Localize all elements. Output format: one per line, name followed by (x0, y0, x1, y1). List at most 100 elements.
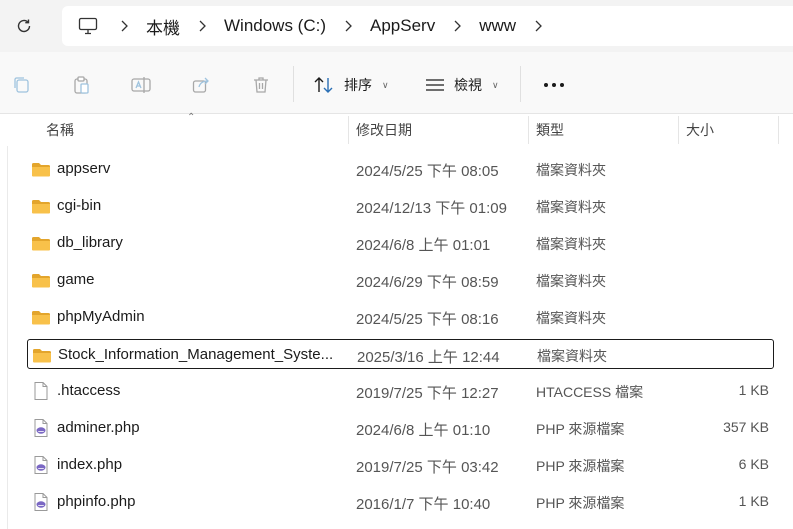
breadcrumb-drive[interactable]: Windows (C:) (220, 16, 330, 36)
more-dot-icon (552, 83, 556, 87)
file-type: HTACCESS 檔案 (536, 384, 644, 400)
folder-icon (31, 234, 51, 252)
column-header-size-label: 大小 (686, 122, 714, 138)
chevron-right-icon (121, 20, 128, 32)
column-header-modified[interactable]: 修改日期 (348, 114, 528, 146)
file-row[interactable]: appserv 2024/5/25 下午 08:05 檔案資料夾 (27, 154, 774, 184)
more-dot-icon (560, 83, 564, 87)
file-type: 檔案資料夾 (537, 348, 607, 364)
blank-file-icon (31, 381, 51, 400)
file-row[interactable]: game 2024/6/29 下午 08:59 檔案資料夾 (27, 265, 774, 295)
paste-button[interactable] (70, 74, 92, 96)
refresh-button[interactable] (10, 12, 38, 40)
file-type: 檔案資料夾 (536, 310, 606, 326)
file-type: 檔案資料夾 (536, 236, 606, 252)
file-name: Stock_Information_Management_Syste... (58, 346, 334, 363)
file-row[interactable]: adminer.php 2024/6/8 上午 01:10 PHP 來源檔案 357 … (27, 413, 774, 443)
sort-ascending-icon: ⌃ (187, 112, 196, 123)
file-type: 檔案資料夾 (536, 273, 606, 289)
rename-icon (131, 77, 151, 93)
column-header-size[interactable]: 大小 (678, 114, 778, 146)
file-name: phpinfo.php (57, 493, 136, 510)
file-row[interactable]: phpMyAdmin 2024/5/25 下午 08:16 檔案資料夾 (27, 302, 774, 332)
folder-icon (31, 160, 51, 178)
file-size: 6 KB (738, 456, 769, 472)
address-bar[interactable]: 本機 Windows (C:) AppServ www (62, 6, 793, 46)
chevron-down-icon: ∨ (382, 79, 389, 90)
file-modified-date: 2024/6/29 下午 08:59 (356, 274, 499, 291)
breadcrumb-chevron[interactable] (439, 6, 475, 46)
php-file-icon (31, 492, 51, 511)
file-name: game (57, 271, 95, 288)
breadcrumb-this-pc[interactable]: 本機 (142, 14, 184, 39)
column-header-type[interactable]: 類型 (528, 114, 678, 146)
toolbar-separator (293, 66, 294, 102)
file-modified-date: 2016/1/7 下午 10:40 (356, 496, 491, 513)
view-button[interactable]: 檢視 ∨ (424, 70, 499, 100)
file-modified-date: 2024/12/13 下午 01:09 (356, 200, 507, 217)
chevron-down-icon: ∨ (492, 79, 499, 90)
file-modified-date: 2019/7/25 下午 03:42 (356, 459, 499, 476)
refresh-icon (17, 19, 31, 33)
command-bar: 排序 ∨ 檢視 ∨ (0, 52, 793, 114)
column-header-modified-label: 修改日期 (356, 122, 412, 138)
chevron-right-icon (535, 20, 542, 32)
file-size: 357 KB (723, 419, 769, 435)
chevron-right-icon (199, 20, 206, 32)
file-name: .htaccess (57, 382, 121, 399)
this-pc-button[interactable] (70, 6, 106, 46)
file-size: 1 KB (738, 382, 769, 398)
breadcrumb-chevron[interactable] (330, 6, 366, 46)
file-row[interactable]: cgi-bin 2024/12/13 下午 01:09 檔案資料夾 (27, 191, 774, 221)
breadcrumb-chevron[interactable] (106, 6, 142, 46)
paste-icon (74, 76, 89, 94)
file-name: phpMyAdmin (57, 308, 145, 325)
chevron-right-icon (454, 20, 462, 32)
address-bar-area: 本機 Windows (C:) AppServ www (0, 0, 793, 52)
file-modified-date: 2024/6/8 上午 01:10 (356, 422, 491, 439)
folder-icon (31, 271, 51, 289)
sort-icon (314, 77, 333, 93)
file-type: 檔案資料夾 (536, 162, 606, 178)
chevron-right-icon (345, 20, 352, 32)
rename-button[interactable] (130, 74, 152, 96)
file-modified-date: 2024/6/8 上午 01:01 (356, 237, 491, 254)
navigation-pane-edge (0, 114, 8, 529)
file-name: cgi-bin (57, 197, 102, 214)
copy-icon (14, 77, 29, 93)
trash-icon (254, 77, 268, 93)
file-type: PHP 來源檔案 (536, 495, 625, 511)
file-name: adminer.php (57, 419, 140, 436)
file-name: db_library (57, 234, 123, 251)
monitor-icon (78, 17, 98, 35)
file-row[interactable]: Stock_Information_Management_Syste... 202… (27, 339, 774, 369)
file-type: PHP 來源檔案 (536, 421, 625, 437)
view-label: 檢視 (454, 77, 482, 93)
breadcrumb-chevron[interactable] (520, 6, 556, 46)
file-modified-date: 2019/7/25 下午 12:27 (356, 385, 499, 402)
breadcrumb-chevron[interactable] (184, 6, 220, 46)
file-modified-date: 2025/3/16 上午 12:44 (357, 349, 500, 366)
column-header-name-label: 名稱 (46, 122, 74, 138)
file-row[interactable]: phpinfo.php 2016/1/7 下午 10:40 PHP 來源檔案 1 KB (27, 487, 774, 517)
more-dot-icon (544, 83, 548, 87)
file-row[interactable]: db_library 2024/6/8 上午 01:01 檔案資料夾 (27, 228, 774, 258)
share-button[interactable] (190, 74, 212, 96)
delete-button[interactable] (250, 74, 272, 96)
file-row[interactable]: .htaccess 2019/7/25 下午 12:27 HTACCESS 檔案 1 … (27, 376, 774, 406)
share-icon (192, 77, 209, 93)
more-options-button[interactable] (541, 74, 567, 96)
breadcrumb-www[interactable]: www (475, 16, 520, 36)
breadcrumb-appserv[interactable]: AppServ (366, 16, 439, 36)
folder-icon (32, 346, 52, 364)
copy-button[interactable] (10, 74, 32, 96)
sort-button[interactable]: 排序 ∨ (312, 70, 389, 100)
php-file-icon (31, 418, 51, 437)
file-type: PHP 來源檔案 (536, 458, 625, 474)
file-row[interactable]: index.php 2019/7/25 下午 03:42 PHP 來源檔案 6 KB (27, 450, 774, 480)
php-file-icon (31, 455, 51, 474)
column-divider[interactable] (778, 116, 779, 144)
file-size: 1 KB (738, 493, 769, 509)
file-name: appserv (57, 160, 111, 177)
file-name: index.php (57, 456, 123, 473)
